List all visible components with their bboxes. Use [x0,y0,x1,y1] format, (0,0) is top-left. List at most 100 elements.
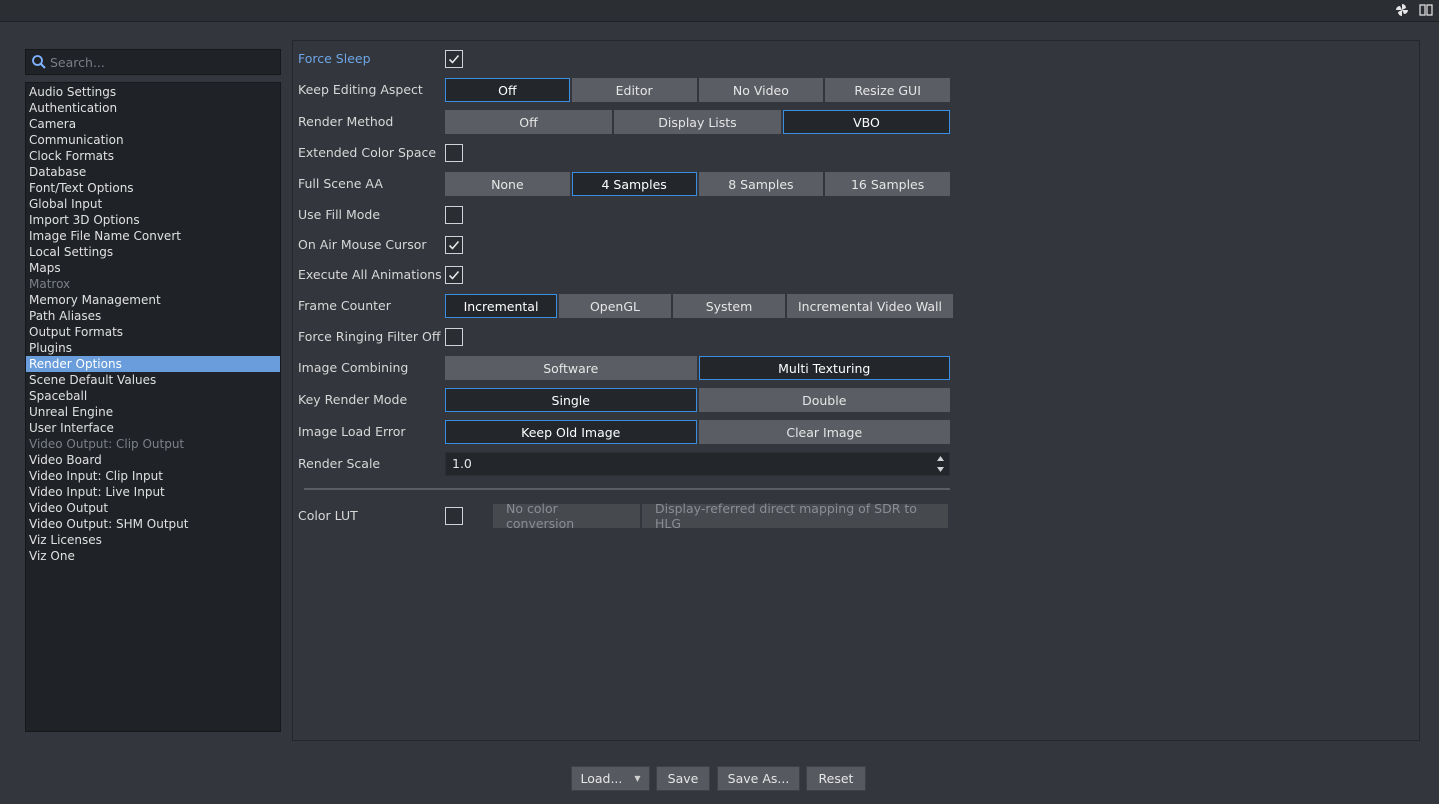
checkmark-icon [448,240,460,250]
force-ringing-filter-off-label: Force Ringing Filter Off [298,329,441,344]
keep-editing-aspect-option-off[interactable]: Off [445,78,570,102]
use-fill-mode-checkbox[interactable] [445,206,463,224]
key-render-mode-selector: Single Double [445,388,950,412]
checkmark-icon [448,270,460,280]
image-combining-option-multi-texturing[interactable]: Multi Texturing [698,356,950,380]
render-method-option-vbo[interactable]: VBO [783,110,950,134]
sidebar-item-font-text-options[interactable]: Font/Text Options [26,180,280,196]
sidebar-item-plugins[interactable]: Plugins [26,340,280,356]
render-method-option-display-lists[interactable]: Display Lists [614,110,781,134]
image-combining-option-software[interactable]: Software [445,356,697,380]
sidebar-item-camera[interactable]: Camera [26,116,280,132]
sidebar-item-video-input-live-input[interactable]: Video Input: Live Input [26,484,280,500]
sidebar-item-local-settings[interactable]: Local Settings [26,244,280,260]
sidebar-item-video-input-clip-input[interactable]: Video Input: Clip Input [26,468,280,484]
execute-all-animations-checkbox[interactable] [445,266,463,284]
sidebar-item-communication[interactable]: Communication [26,132,280,148]
spin-arrows[interactable] [936,455,945,473]
frame-counter-selector: Incremental OpenGL System Incremental Video… [445,294,953,318]
sidebar-item-video-board[interactable]: Video Board [26,452,280,468]
search-box[interactable] [25,49,281,75]
sidebar-item-scene-default-values[interactable]: Scene Default Values [26,372,280,388]
sidebar-item-global-input[interactable]: Global Input [26,196,280,212]
search-icon [31,54,47,70]
full-scene-aa-selector: None 4 Samples 8 Samples 16 Samples [445,172,950,196]
spin-up-icon[interactable] [936,455,945,462]
on-air-mouse-cursor-checkbox[interactable] [445,236,463,254]
reset-button[interactable]: Reset [806,766,866,791]
render-scale-spinbox[interactable]: 1.0 [445,452,950,476]
sidebar-item-video-output-shm-output[interactable]: Video Output: SHM Output [26,516,280,532]
key-render-mode-label: Key Render Mode [298,392,408,407]
save-button[interactable]: Save [656,766,710,791]
sidebar-item-import-3d-options[interactable]: Import 3D Options [26,212,280,228]
on-air-mouse-cursor-label: On Air Mouse Cursor [298,237,427,252]
keep-editing-aspect-option-resize-gui[interactable]: Resize GUI [825,78,950,102]
color-lut-checkbox[interactable] [445,507,463,525]
frame-counter-label: Frame Counter [298,298,391,313]
sidebar-item-memory-management[interactable]: Memory Management [26,292,280,308]
chevron-down-icon[interactable]: ▼ [634,774,640,783]
sidebar-item-viz-one[interactable]: Viz One [26,548,280,564]
frame-counter-option-incremental[interactable]: Incremental [445,294,557,318]
keep-editing-aspect-selector: Off Editor No Video Resize GUI [445,78,950,102]
full-scene-aa-option-none[interactable]: None [445,172,570,196]
force-ringing-filter-off-checkbox[interactable] [445,328,463,346]
sidebar-item-render-options[interactable]: Render Options [26,356,280,372]
color-lut-options: No color conversion Display-referred dir… [493,501,948,531]
image-load-error-option-clear-image[interactable]: Clear Image [698,420,950,444]
extended-color-space-checkbox[interactable] [445,144,463,162]
sidebar-item-image-file-name-convert[interactable]: Image File Name Convert [26,228,280,244]
sidebar-item-authentication[interactable]: Authentication [26,100,280,116]
load-button-label: Load... [580,771,623,786]
book-icon[interactable] [1418,3,1434,17]
use-fill-mode-label: Use Fill Mode [298,207,381,222]
execute-all-animations-label: Execute All Animations [298,267,442,282]
render-method-option-off[interactable]: Off [445,110,612,134]
image-load-error-option-keep-old-image[interactable]: Keep Old Image [445,420,697,444]
sidebar-item-video-output-clip-output[interactable]: Video Output: Clip Output [26,436,280,452]
sidebar-item-unreal-engine[interactable]: Unreal Engine [26,404,280,420]
sidebar-item-matrox[interactable]: Matrox [26,276,280,292]
frame-counter-option-system[interactable]: System [673,294,785,318]
keep-editing-aspect-option-editor[interactable]: Editor [571,78,697,102]
sidebar-item-clock-formats[interactable]: Clock Formats [26,148,280,164]
pinwheel-icon[interactable] [1394,3,1410,17]
full-scene-aa-option-16-samples[interactable]: 16 Samples [825,172,950,196]
key-render-mode-option-single[interactable]: Single [445,388,697,412]
section-divider [304,488,950,490]
frame-counter-option-incremental-video-wall[interactable]: Incremental Video Wall [787,294,953,318]
force-sleep-checkbox[interactable] [445,50,463,68]
image-load-error-label: Image Load Error [298,424,406,439]
render-method-selector: Off Display Lists VBO [445,110,950,134]
image-combining-label: Image Combining [298,360,409,375]
load-button[interactable]: Load... ▼ [571,766,650,791]
force-sleep-label[interactable]: Force Sleep [298,47,371,71]
save-as-button[interactable]: Save As... [717,766,800,791]
sidebar-item-database[interactable]: Database [26,164,280,180]
sidebar-item-audio-settings[interactable]: Audio Settings [26,84,280,100]
extended-color-space-label: Extended Color Space [298,145,437,160]
image-combining-selector: Software Multi Texturing [445,356,950,380]
sidebar-item-video-output[interactable]: Video Output [26,500,280,516]
color-lut-label: Color LUT [298,508,358,523]
top-toolbar [0,0,1439,22]
render-scale-label: Render Scale [298,456,381,471]
full-scene-aa-label: Full Scene AA [298,176,383,191]
frame-counter-option-opengl[interactable]: OpenGL [559,294,671,318]
key-render-mode-option-double[interactable]: Double [698,388,950,412]
sidebar-item-user-interface[interactable]: User Interface [26,420,280,436]
search-input[interactable] [50,53,275,71]
full-scene-aa-option-4-samples[interactable]: 4 Samples [571,172,697,196]
sidebar-item-output-formats[interactable]: Output Formats [26,324,280,340]
keep-editing-aspect-option-no-video[interactable]: No Video [698,78,824,102]
sidebar-item-spaceball[interactable]: Spaceball [26,388,280,404]
category-list: Audio Settings Authentication Camera Commun… [25,82,281,732]
no-color-conversion-button: No color conversion [493,501,640,531]
sidebar-item-maps[interactable]: Maps [26,260,280,276]
sidebar-item-viz-licenses[interactable]: Viz Licenses [26,532,280,548]
spin-down-icon[interactable] [936,466,945,473]
sidebar-item-path-aliases[interactable]: Path Aliases [26,308,280,324]
render-scale-value[interactable]: 1.0 [452,453,472,475]
full-scene-aa-option-8-samples[interactable]: 8 Samples [698,172,824,196]
